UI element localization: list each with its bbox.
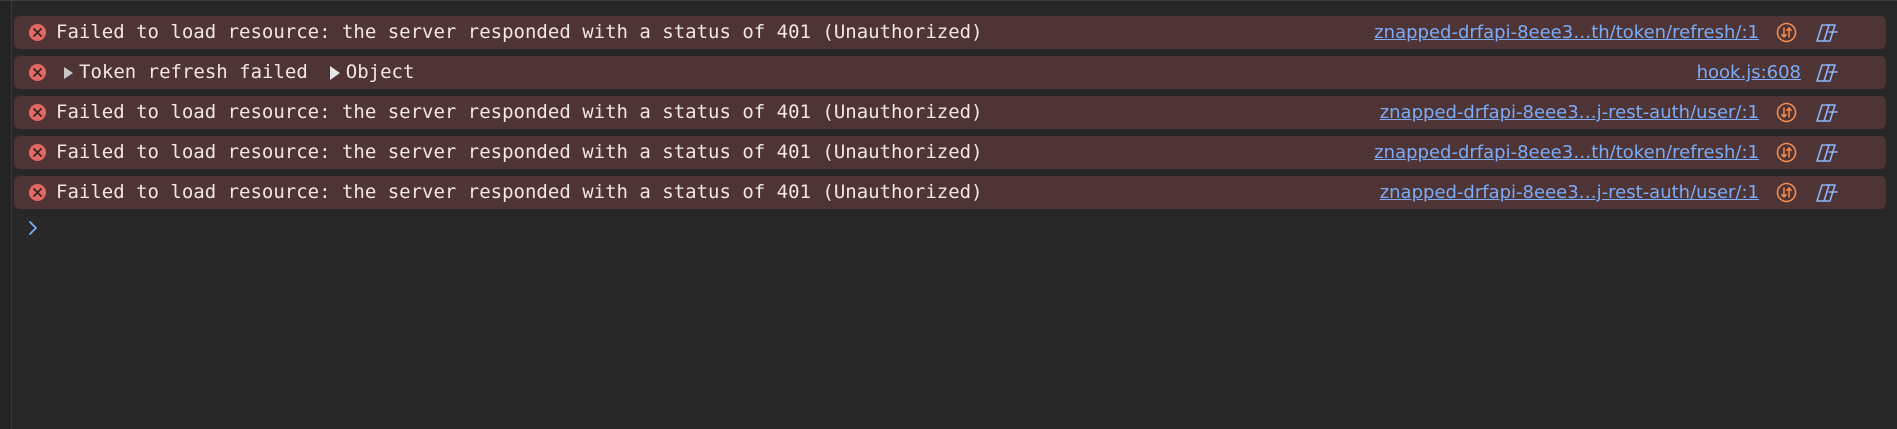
error-circle-x-icon: [29, 24, 46, 41]
console-message-label: Token refresh failed: [79, 61, 308, 83]
console-source-link[interactable]: znapped-drfapi-8eee3…j-rest-auth/user/:1: [1380, 176, 1759, 209]
network-request-icon[interactable]: [1776, 22, 1797, 43]
console-object-label[interactable]: Object: [346, 56, 415, 89]
devtools-console-panel: Failed to load resource: the server resp…: [0, 0, 1897, 429]
console-source-link[interactable]: znapped-drfapi-8eee3…th/token/refresh/:1: [1374, 16, 1759, 49]
console-message-text: Failed to load resource: the server resp…: [56, 101, 983, 123]
error-circle-x-icon: [29, 144, 46, 161]
network-request-icon[interactable]: [1776, 182, 1797, 203]
console-messages: Failed to load resource: the server resp…: [14, 16, 1886, 216]
console-message-text: Failed to load resource: the server resp…: [56, 181, 983, 203]
console-left-gutter: [0, 1, 12, 429]
error-circle-x-icon: [29, 184, 46, 201]
copilot-icon[interactable]: [1815, 182, 1839, 204]
console-source-link[interactable]: znapped-drfapi-8eee3…th/token/refresh/:1: [1374, 136, 1759, 169]
console-source-link[interactable]: znapped-drfapi-8eee3…j-rest-auth/user/:1: [1380, 96, 1759, 129]
console-message-row[interactable]: Token refresh failed Object hook.js:608: [14, 56, 1886, 89]
error-circle-x-icon: [29, 64, 46, 81]
network-request-icon[interactable]: [1776, 102, 1797, 123]
console-message-row[interactable]: Failed to load resource: the server resp…: [14, 96, 1886, 129]
console-source-link[interactable]: hook.js:608: [1697, 56, 1801, 89]
chevron-right-icon[interactable]: [26, 219, 40, 237]
console-message-text: Failed to load resource: the server resp…: [56, 21, 983, 43]
console-message-group: Token refresh failed Object: [56, 56, 414, 89]
console-message-text: Failed to load resource: the server resp…: [56, 141, 983, 163]
network-request-icon[interactable]: [1776, 142, 1797, 163]
copilot-icon[interactable]: [1815, 22, 1839, 44]
expand-triangle-icon[interactable]: [64, 66, 73, 79]
console-message-row[interactable]: Failed to load resource: the server resp…: [14, 16, 1886, 49]
error-circle-x-icon: [29, 104, 46, 121]
copilot-icon[interactable]: [1815, 62, 1839, 84]
copilot-icon[interactable]: [1815, 142, 1839, 164]
console-message-row[interactable]: Failed to load resource: the server resp…: [14, 176, 1886, 209]
console-message-row[interactable]: Failed to load resource: the server resp…: [14, 136, 1886, 169]
expand-object-triangle-icon[interactable]: [329, 65, 340, 80]
copilot-icon[interactable]: [1815, 102, 1839, 124]
